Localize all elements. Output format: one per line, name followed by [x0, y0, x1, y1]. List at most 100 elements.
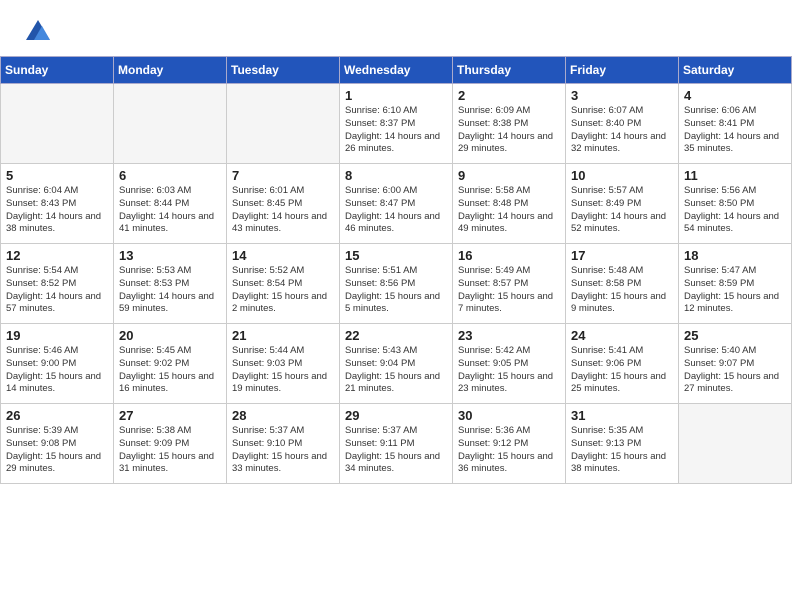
day-info: Sunrise: 6:06 AM Sunset: 8:41 PM Dayligh… — [684, 105, 786, 156]
day-number: 12 — [6, 248, 108, 263]
day-cell: 31 Sunrise: 5:35 AM Sunset: 9:13 PM Dayli… — [566, 404, 679, 484]
day-info: Sunrise: 5:40 AM Sunset: 9:07 PM Dayligh… — [684, 345, 786, 396]
day-cell: 28 Sunrise: 5:37 AM Sunset: 9:10 PM Dayli… — [227, 404, 340, 484]
day-number: 7 — [232, 168, 334, 183]
day-info: Sunrise: 5:49 AM Sunset: 8:57 PM Dayligh… — [458, 265, 560, 316]
day-number: 10 — [571, 168, 673, 183]
day-info: Sunrise: 6:10 AM Sunset: 8:37 PM Dayligh… — [345, 105, 447, 156]
day-number: 28 — [232, 408, 334, 423]
weekday-header-sunday: Sunday — [1, 57, 114, 84]
day-cell: 21 Sunrise: 5:44 AM Sunset: 9:03 PM Dayli… — [227, 324, 340, 404]
day-number: 20 — [119, 328, 221, 343]
day-cell: 2Sunrise: 6:09 AM Sunset: 8:38 PM Daylig… — [453, 84, 566, 164]
header — [0, 0, 792, 56]
day-cell: 11 Sunrise: 5:56 AM Sunset: 8:50 PM Dayli… — [679, 164, 792, 244]
day-cell: 19 Sunrise: 5:46 AM Sunset: 9:00 PM Dayli… — [1, 324, 114, 404]
day-cell: 8 Sunrise: 6:00 AM Sunset: 8:47 PM Daylig… — [340, 164, 453, 244]
day-number: 26 — [6, 408, 108, 423]
day-info: Sunrise: 5:42 AM Sunset: 9:05 PM Dayligh… — [458, 345, 560, 396]
day-info: Sunrise: 5:38 AM Sunset: 9:09 PM Dayligh… — [119, 425, 221, 476]
day-number: 4 — [684, 88, 786, 103]
day-cell: 26 Sunrise: 5:39 AM Sunset: 9:08 PM Dayli… — [1, 404, 114, 484]
day-cell: 30 Sunrise: 5:36 AM Sunset: 9:12 PM Dayli… — [453, 404, 566, 484]
day-number: 1 — [345, 88, 447, 103]
week-row-2: 5Sunrise: 6:04 AM Sunset: 8:43 PM Daylig… — [1, 164, 792, 244]
day-cell: 13 Sunrise: 5:53 AM Sunset: 8:53 PM Dayli… — [114, 244, 227, 324]
day-number: 27 — [119, 408, 221, 423]
day-info: Sunrise: 5:36 AM Sunset: 9:12 PM Dayligh… — [458, 425, 560, 476]
day-info: Sunrise: 5:56 AM Sunset: 8:50 PM Dayligh… — [684, 185, 786, 236]
week-row-3: 12 Sunrise: 5:54 AM Sunset: 8:52 PM Dayli… — [1, 244, 792, 324]
day-info: Sunrise: 5:44 AM Sunset: 9:03 PM Dayligh… — [232, 345, 334, 396]
day-cell: 18 Sunrise: 5:47 AM Sunset: 8:59 PM Dayli… — [679, 244, 792, 324]
day-cell — [114, 84, 227, 164]
day-number: 18 — [684, 248, 786, 263]
day-cell — [679, 404, 792, 484]
day-number: 9 — [458, 168, 560, 183]
day-cell: 24 Sunrise: 5:41 AM Sunset: 9:06 PM Dayli… — [566, 324, 679, 404]
day-cell: 5Sunrise: 6:04 AM Sunset: 8:43 PM Daylig… — [1, 164, 114, 244]
day-number: 16 — [458, 248, 560, 263]
day-cell: 16 Sunrise: 5:49 AM Sunset: 8:57 PM Dayli… — [453, 244, 566, 324]
day-number: 31 — [571, 408, 673, 423]
day-info: Sunrise: 6:01 AM Sunset: 8:45 PM Dayligh… — [232, 185, 334, 236]
day-number: 6 — [119, 168, 221, 183]
week-row-4: 19 Sunrise: 5:46 AM Sunset: 9:00 PM Dayli… — [1, 324, 792, 404]
day-cell: 25 Sunrise: 5:40 AM Sunset: 9:07 PM Dayli… — [679, 324, 792, 404]
day-number: 25 — [684, 328, 786, 343]
weekday-header-monday: Monday — [114, 57, 227, 84]
day-number: 24 — [571, 328, 673, 343]
weekday-header-friday: Friday — [566, 57, 679, 84]
day-info: Sunrise: 5:47 AM Sunset: 8:59 PM Dayligh… — [684, 265, 786, 316]
day-info: Sunrise: 5:58 AM Sunset: 8:48 PM Dayligh… — [458, 185, 560, 236]
day-cell: 12 Sunrise: 5:54 AM Sunset: 8:52 PM Dayli… — [1, 244, 114, 324]
day-cell — [1, 84, 114, 164]
day-info: Sunrise: 5:46 AM Sunset: 9:00 PM Dayligh… — [6, 345, 108, 396]
day-cell: 27 Sunrise: 5:38 AM Sunset: 9:09 PM Dayli… — [114, 404, 227, 484]
day-cell: 6Sunrise: 6:03 AM Sunset: 8:44 PM Daylig… — [114, 164, 227, 244]
day-info: Sunrise: 5:37 AM Sunset: 9:11 PM Dayligh… — [345, 425, 447, 476]
logo — [24, 18, 56, 46]
day-info: Sunrise: 6:07 AM Sunset: 8:40 PM Dayligh… — [571, 105, 673, 156]
weekday-header-saturday: Saturday — [679, 57, 792, 84]
weekday-header-wednesday: Wednesday — [340, 57, 453, 84]
day-number: 17 — [571, 248, 673, 263]
weekday-header-tuesday: Tuesday — [227, 57, 340, 84]
day-number: 29 — [345, 408, 447, 423]
day-info: Sunrise: 5:41 AM Sunset: 9:06 PM Dayligh… — [571, 345, 673, 396]
logo-icon — [24, 18, 52, 46]
day-number: 19 — [6, 328, 108, 343]
day-number: 13 — [119, 248, 221, 263]
day-info: Sunrise: 5:53 AM Sunset: 8:53 PM Dayligh… — [119, 265, 221, 316]
day-cell: 22 Sunrise: 5:43 AM Sunset: 9:04 PM Dayli… — [340, 324, 453, 404]
weekday-header-row: SundayMondayTuesdayWednesdayThursdayFrid… — [1, 57, 792, 84]
day-info: Sunrise: 5:43 AM Sunset: 9:04 PM Dayligh… — [345, 345, 447, 396]
week-row-5: 26 Sunrise: 5:39 AM Sunset: 9:08 PM Dayli… — [1, 404, 792, 484]
day-number: 8 — [345, 168, 447, 183]
day-info: Sunrise: 5:54 AM Sunset: 8:52 PM Dayligh… — [6, 265, 108, 316]
day-info: Sunrise: 6:00 AM Sunset: 8:47 PM Dayligh… — [345, 185, 447, 236]
day-number: 23 — [458, 328, 560, 343]
day-info: Sunrise: 6:04 AM Sunset: 8:43 PM Dayligh… — [6, 185, 108, 236]
day-number: 22 — [345, 328, 447, 343]
weekday-header-thursday: Thursday — [453, 57, 566, 84]
day-info: Sunrise: 5:52 AM Sunset: 8:54 PM Dayligh… — [232, 265, 334, 316]
day-info: Sunrise: 5:35 AM Sunset: 9:13 PM Dayligh… — [571, 425, 673, 476]
day-number: 3 — [571, 88, 673, 103]
day-number: 11 — [684, 168, 786, 183]
day-info: Sunrise: 5:39 AM Sunset: 9:08 PM Dayligh… — [6, 425, 108, 476]
day-cell: 29 Sunrise: 5:37 AM Sunset: 9:11 PM Dayli… — [340, 404, 453, 484]
day-cell: 14Sunrise: 5:52 AM Sunset: 8:54 PM Dayli… — [227, 244, 340, 324]
day-cell: 17Sunrise: 5:48 AM Sunset: 8:58 PM Dayli… — [566, 244, 679, 324]
day-cell: 10Sunrise: 5:57 AM Sunset: 8:49 PM Dayli… — [566, 164, 679, 244]
day-cell: 3 Sunrise: 6:07 AM Sunset: 8:40 PM Daylig… — [566, 84, 679, 164]
day-number: 30 — [458, 408, 560, 423]
week-row-1: 1 Sunrise: 6:10 AM Sunset: 8:37 PM Daylig… — [1, 84, 792, 164]
day-cell: 4 Sunrise: 6:06 AM Sunset: 8:41 PM Daylig… — [679, 84, 792, 164]
day-cell: 15Sunrise: 5:51 AM Sunset: 8:56 PM Dayli… — [340, 244, 453, 324]
day-cell: 1 Sunrise: 6:10 AM Sunset: 8:37 PM Daylig… — [340, 84, 453, 164]
day-cell — [227, 84, 340, 164]
day-info: Sunrise: 5:37 AM Sunset: 9:10 PM Dayligh… — [232, 425, 334, 476]
day-number: 21 — [232, 328, 334, 343]
day-cell: 9 Sunrise: 5:58 AM Sunset: 8:48 PM Daylig… — [453, 164, 566, 244]
